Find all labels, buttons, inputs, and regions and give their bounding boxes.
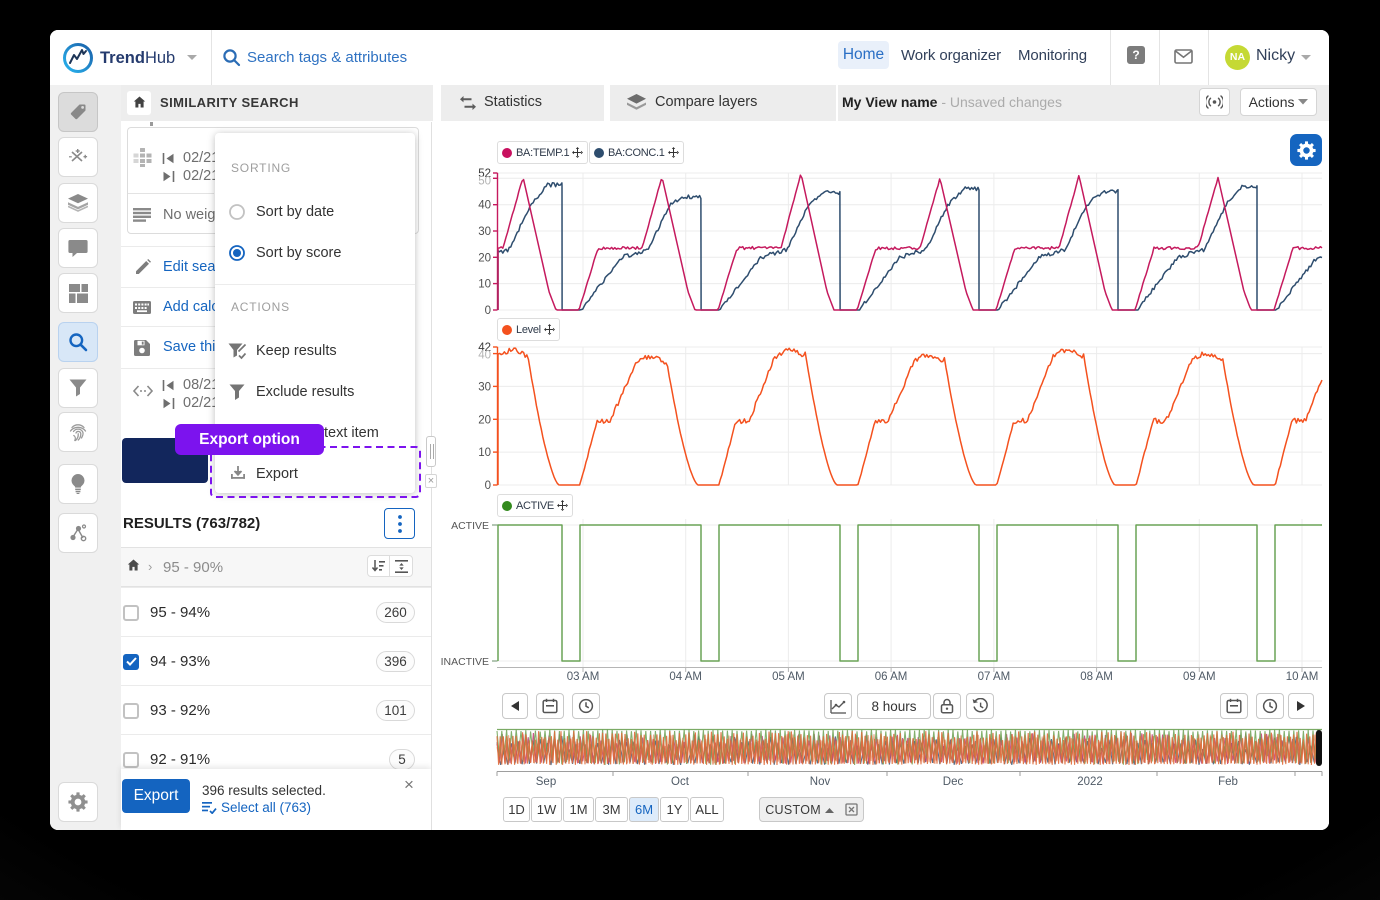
svg-text:INACTIVE: INACTIVE	[441, 656, 489, 668]
svg-text:50: 50	[478, 176, 491, 188]
svg-text:40: 40	[478, 350, 491, 362]
svg-text:Dec: Dec	[943, 776, 964, 788]
svg-text:2022: 2022	[1077, 776, 1103, 788]
svg-text:10: 10	[478, 447, 491, 459]
svg-text:Nov: Nov	[810, 776, 831, 788]
svg-text:ACTIVE: ACTIVE	[451, 520, 489, 532]
svg-text:10: 10	[478, 279, 491, 291]
svg-text:30: 30	[478, 226, 491, 238]
svg-text:06 AM: 06 AM	[875, 671, 908, 683]
svg-text:07 AM: 07 AM	[978, 671, 1011, 683]
svg-text:03 AM: 03 AM	[567, 671, 600, 683]
svg-text:10 AM: 10 AM	[1286, 671, 1319, 683]
svg-text:20: 20	[478, 252, 491, 264]
svg-text:40: 40	[478, 200, 491, 212]
svg-text:20: 20	[478, 414, 491, 426]
svg-text:05 AM: 05 AM	[772, 671, 805, 683]
svg-text:04 AM: 04 AM	[669, 671, 702, 683]
svg-text:Feb: Feb	[1218, 776, 1238, 788]
svg-text:Sep: Sep	[536, 776, 556, 788]
svg-text:30: 30	[478, 381, 491, 393]
svg-text:Oct: Oct	[671, 776, 690, 788]
svg-text:09 AM: 09 AM	[1183, 671, 1216, 683]
svg-text:0: 0	[485, 480, 491, 492]
svg-text:08 AM: 08 AM	[1080, 671, 1113, 683]
svg-text:0: 0	[485, 305, 491, 317]
